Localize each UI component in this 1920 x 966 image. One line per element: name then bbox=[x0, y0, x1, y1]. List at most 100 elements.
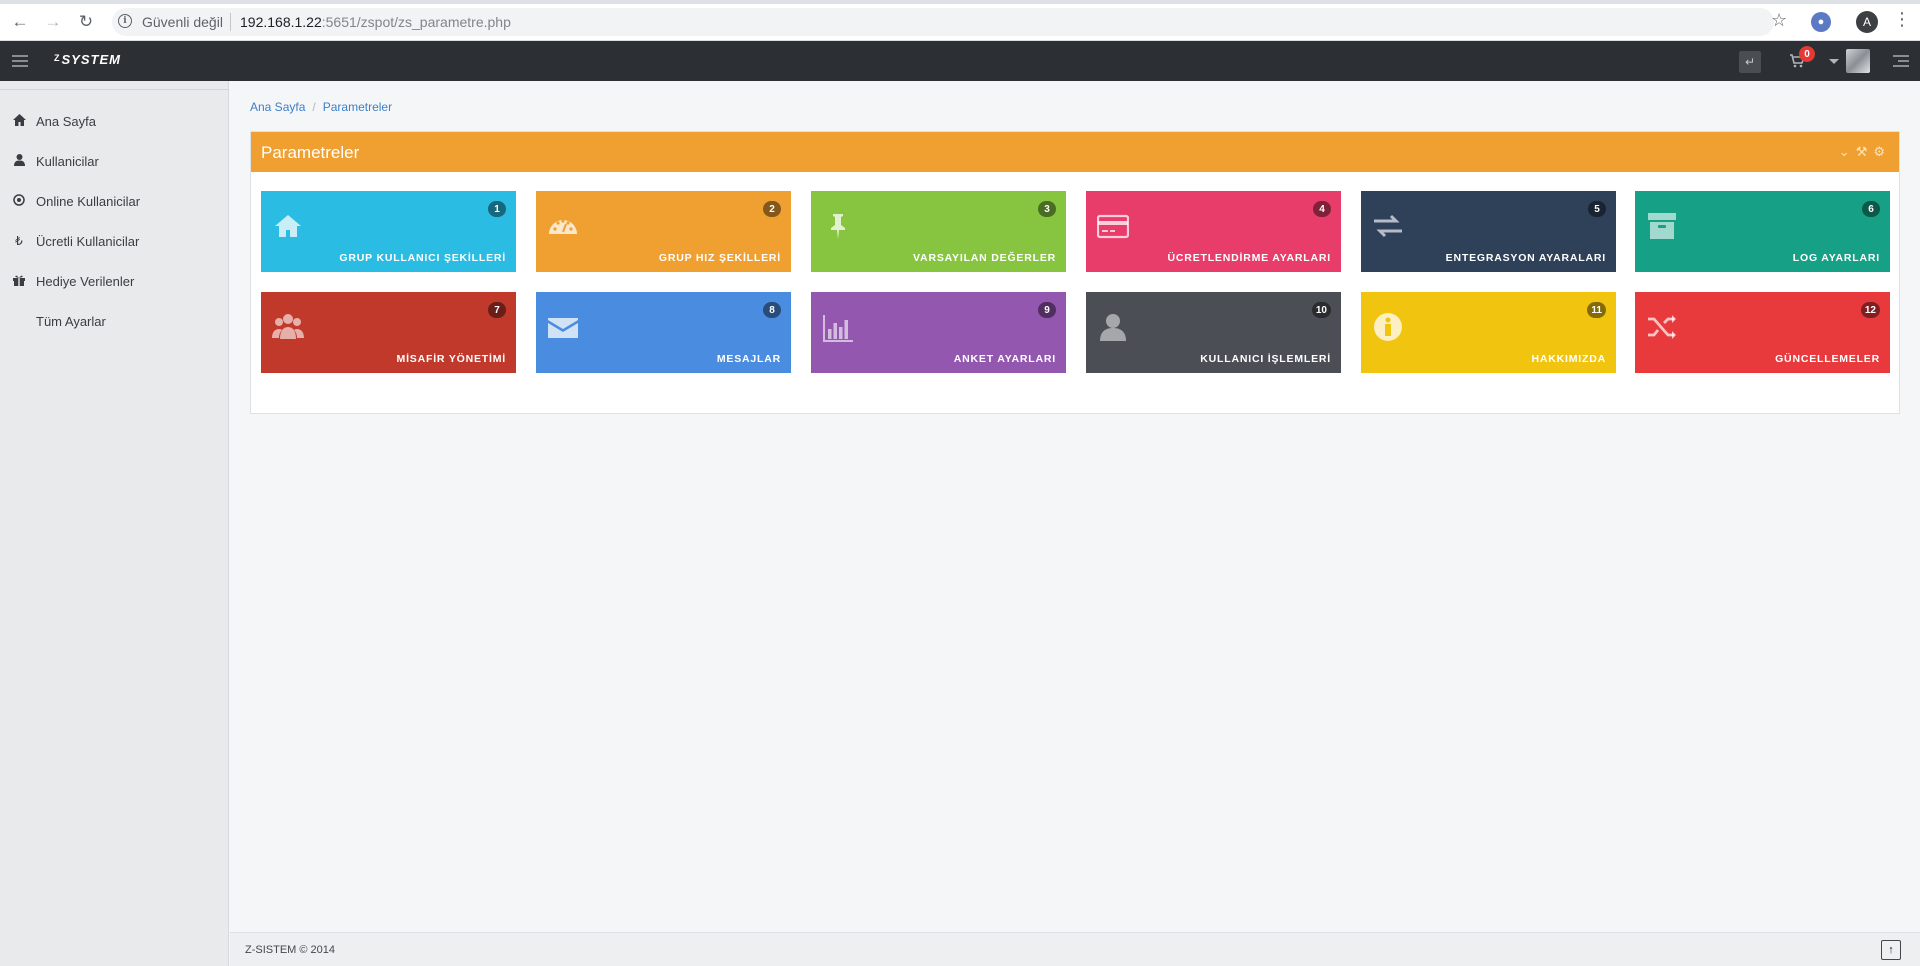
panel-header: Parametreler ⌄⚒⚙ bbox=[251, 132, 1899, 172]
parameters-panel: Parametreler ⌄⚒⚙ 1 GRUP KULLANICI ŞEKİLL… bbox=[250, 131, 1900, 414]
bookmark-star-icon[interactable]: ☆ bbox=[1771, 10, 1787, 31]
security-label[interactable]: Güvenli değil bbox=[142, 14, 223, 30]
tile-number-badge: 11 bbox=[1587, 302, 1606, 318]
brand-logo[interactable]: ZSYSTEM bbox=[54, 52, 121, 67]
browser-toolbar: ← → ↻ i Güvenli değil 192.168.1.22:5651/… bbox=[0, 0, 1920, 41]
breadcrumb-separator: / bbox=[312, 100, 316, 114]
browser-menu-icon[interactable]: ⋮ bbox=[1893, 9, 1911, 30]
tile-label: GRUP HIZ ŞEKİLLERİ bbox=[658, 252, 781, 264]
exchange-arrows-icon bbox=[1371, 209, 1405, 243]
sidebar-item-online-kullanicilar[interactable]: Online Kullanicilar bbox=[0, 181, 228, 221]
tile-label: GRUP KULLANICI ŞEKİLLERİ bbox=[339, 252, 506, 264]
top-navbar: ZSYSTEM ↵ 0 bbox=[0, 41, 1920, 81]
user-icon bbox=[1096, 310, 1130, 344]
tile-number-badge: 3 bbox=[1038, 201, 1056, 217]
pushpin-icon bbox=[821, 209, 855, 243]
user-icon bbox=[12, 153, 26, 169]
tile-number-badge: 4 bbox=[1313, 201, 1331, 217]
brand-prefix: Z bbox=[54, 53, 61, 63]
speedometer-icon bbox=[546, 209, 580, 243]
breadcrumb: Ana Sayfa / Parametreler bbox=[250, 100, 392, 114]
sidebar: Ana Sayfa Kullanicilar Online Kullanicil… bbox=[0, 81, 229, 966]
copyright-text: Z-SISTEM © 2014 bbox=[245, 944, 336, 956]
home-icon bbox=[12, 113, 26, 129]
tile-grup-hiz-sekilleri[interactable]: 2 GRUP HIZ ŞEKİLLERİ bbox=[536, 191, 791, 272]
tile-number-badge: 9 bbox=[1038, 302, 1056, 318]
tile-anket-ayarlari[interactable]: 9 ANKET AYARLARI bbox=[811, 292, 1066, 373]
extension-icon[interactable]: ● bbox=[1811, 12, 1831, 32]
info-icon bbox=[1371, 310, 1405, 344]
reload-icon[interactable]: ↻ bbox=[74, 10, 98, 34]
url-text[interactable]: 192.168.1.22:5651/zspot/zs_parametre.php bbox=[240, 14, 511, 30]
archive-icon bbox=[1645, 209, 1679, 243]
tile-label: GÜNCELLEMELER bbox=[1775, 353, 1880, 365]
info-icon[interactable]: i bbox=[118, 14, 132, 28]
tile-label: ENTEGRASYON AYARALARI bbox=[1445, 252, 1606, 264]
cart-count-badge: 0 bbox=[1799, 46, 1815, 62]
tile-kullanici-islemleri[interactable]: 10 KULLANICI İŞLEMLERİ bbox=[1086, 292, 1341, 373]
tile-number-badge: 5 bbox=[1588, 201, 1606, 217]
right-panel-toggle-icon[interactable] bbox=[1893, 55, 1909, 70]
tile-guncellemeler[interactable]: 12 GÜNCELLEMELER bbox=[1635, 292, 1890, 373]
shuffle-icon bbox=[1645, 310, 1679, 344]
gift-icon bbox=[12, 274, 26, 289]
profile-avatar[interactable]: A bbox=[1856, 11, 1878, 33]
tile-grup-kullanici-sekilleri[interactable]: 1 GRUP KULLANICI ŞEKİLLERİ bbox=[261, 191, 516, 272]
tile-label: HAKKIMIZDA bbox=[1531, 353, 1606, 365]
circle-dot-icon bbox=[12, 193, 26, 209]
sidebar-item-label: Ana Sayfa bbox=[36, 113, 96, 129]
sidebar-item-ucretli-kullanicilar[interactable]: ₺ Ücretli Kullanicilar bbox=[0, 221, 228, 261]
sidebar-item-label: Kullanicilar bbox=[36, 153, 99, 169]
tile-varsayilan-degerler[interactable]: 3 VARSAYILAN DEĞERLER bbox=[811, 191, 1066, 272]
sidebar-item-tum-ayarlar[interactable]: Tüm Ayarlar bbox=[0, 301, 228, 341]
collapse-chevron-icon[interactable]: ⌄ bbox=[1839, 144, 1856, 159]
bar-chart-icon bbox=[821, 310, 855, 344]
user-menu-caret-icon[interactable] bbox=[1829, 59, 1839, 64]
home-icon bbox=[271, 209, 305, 243]
sidebar-item-label: Online Kullanicilar bbox=[36, 193, 141, 209]
forward-arrow-icon[interactable]: → bbox=[41, 10, 65, 34]
tile-label: LOG AYARLARI bbox=[1792, 252, 1880, 264]
tile-hakkimizda[interactable]: 11 HAKKIMIZDA bbox=[1361, 292, 1616, 373]
envelope-icon bbox=[546, 310, 580, 344]
tile-label: ANKET AYARLARI bbox=[953, 353, 1056, 365]
lira-icon: ₺ bbox=[15, 234, 23, 248]
users-group-icon bbox=[271, 310, 305, 344]
scroll-to-top-icon[interactable]: ↑ bbox=[1881, 940, 1901, 960]
sidebar-item-ana-sayfa[interactable]: Ana Sayfa bbox=[0, 101, 228, 141]
panel-tools: ⌄⚒⚙ bbox=[1839, 144, 1891, 160]
sidebar-item-hediye-verilenler[interactable]: Hediye Verilenler bbox=[0, 261, 228, 301]
url-path: :5651/zspot/zs_parametre.php bbox=[321, 14, 511, 30]
tile-log-ayarlari[interactable]: 6 LOG AYARLARI bbox=[1635, 191, 1890, 272]
breadcrumb-home-link[interactable]: Ana Sayfa bbox=[250, 100, 305, 114]
tile-entegrasyon-ayaralari[interactable]: 5 ENTEGRASYON AYARALARI bbox=[1361, 191, 1616, 272]
panel-title: Parametreler bbox=[261, 143, 360, 162]
credit-card-icon bbox=[1096, 209, 1130, 243]
sidebar-divider bbox=[0, 89, 229, 90]
tile-ucretlendirme-ayarlari[interactable]: 4 ÜCRETLENDİRME AYARLARI bbox=[1086, 191, 1341, 272]
brand-name: SYSTEM bbox=[61, 52, 121, 67]
gear-icon[interactable]: ⚙ bbox=[1873, 144, 1891, 159]
tile-number-badge: 2 bbox=[763, 201, 781, 217]
tile-misafir-yonetimi[interactable]: 7 MİSAFİR YÖNETİMİ bbox=[261, 292, 516, 373]
tile-label: ÜCRETLENDİRME AYARLARI bbox=[1167, 252, 1331, 264]
tile-label: KULLANICI İŞLEMLERİ bbox=[1200, 353, 1331, 365]
tile-number-badge: 7 bbox=[488, 302, 506, 318]
sidebar-item-kullanicilar[interactable]: Kullanicilar bbox=[0, 141, 228, 181]
back-arrow-icon[interactable]: ← bbox=[8, 10, 32, 34]
sidebar-item-label: Tüm Ayarlar bbox=[36, 313, 106, 329]
download-icon[interactable]: ↵ bbox=[1739, 51, 1761, 73]
tile-mesajlar[interactable]: 8 MESAJLAR bbox=[536, 292, 791, 373]
tile-number-badge: 8 bbox=[763, 302, 781, 318]
sidebar-toggle-icon[interactable] bbox=[12, 55, 28, 70]
tab-strip bbox=[0, 0, 1920, 4]
tile-number-badge: 6 bbox=[1862, 201, 1880, 217]
breadcrumb-current[interactable]: Parametreler bbox=[323, 100, 392, 114]
tile-number-badge: 10 bbox=[1311, 302, 1331, 318]
tile-label: MİSAFİR YÖNETİMİ bbox=[396, 353, 506, 365]
tile-label: MESAJLAR bbox=[716, 353, 781, 365]
wrench-icon[interactable]: ⚒ bbox=[1856, 144, 1874, 159]
tile-number-badge: 1 bbox=[488, 201, 506, 217]
user-avatar[interactable] bbox=[1846, 49, 1870, 73]
url-separator bbox=[230, 13, 231, 31]
